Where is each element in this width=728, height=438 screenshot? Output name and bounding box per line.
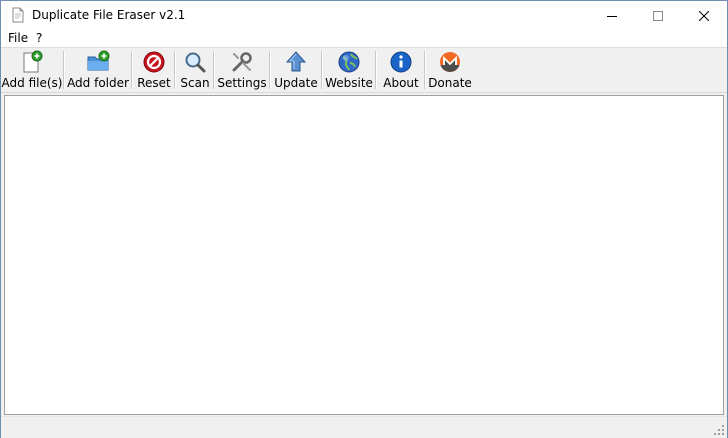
info-icon [390,51,412,73]
wrench-icon [232,52,252,72]
minimize-button[interactable] [589,1,635,30]
toolbar-separator [174,51,176,89]
window-title: Duplicate File Eraser v2.1 [32,8,186,22]
resize-grip-icon[interactable] [713,424,725,436]
close-button[interactable] [681,1,727,30]
magnifier-icon [185,52,206,73]
menu-help[interactable]: ? [36,31,42,45]
toolbar-separator [63,51,65,89]
add-files-button[interactable]: Add file(s) [2,50,62,90]
toolbar: Add file(s) Add folder Reset Scan Settin… [1,48,727,93]
settings-button[interactable]: Settings [217,50,267,90]
maximize-icon [653,10,663,21]
toolbar-separator [269,51,271,89]
minimize-icon [607,15,617,17]
app-window: Duplicate File Eraser v2.1 File ? Add fi… [0,0,728,438]
toolbar-separator [213,51,215,89]
monero-icon [440,52,460,72]
menu-bar: File ? [1,30,727,48]
status-bar [1,416,727,438]
donate-button[interactable]: Donate [428,50,472,90]
menu-file[interactable]: File [8,31,28,45]
app-icon [12,7,24,23]
title-bar[interactable]: Duplicate File Eraser v2.1 [1,1,727,30]
close-icon [699,10,709,21]
maximize-button[interactable] [635,1,681,30]
add-folder-icon [87,50,110,71]
toolbar-separator [375,51,377,89]
up-arrow-icon [285,51,307,72]
toolbar-separator [131,51,133,89]
toolbar-separator [321,51,323,89]
website-button[interactable]: Website [325,50,373,90]
toolbar-separator [424,51,426,89]
scan-button[interactable]: Scan [179,50,211,90]
update-button[interactable]: Update [274,50,318,90]
reset-button[interactable]: Reset [136,50,172,90]
reset-icon [143,51,165,73]
add-file-icon [23,50,43,73]
file-list-panel[interactable] [4,95,724,415]
add-folder-button[interactable]: Add folder [67,50,129,90]
globe-icon [338,51,360,73]
about-button[interactable]: About [380,50,422,90]
